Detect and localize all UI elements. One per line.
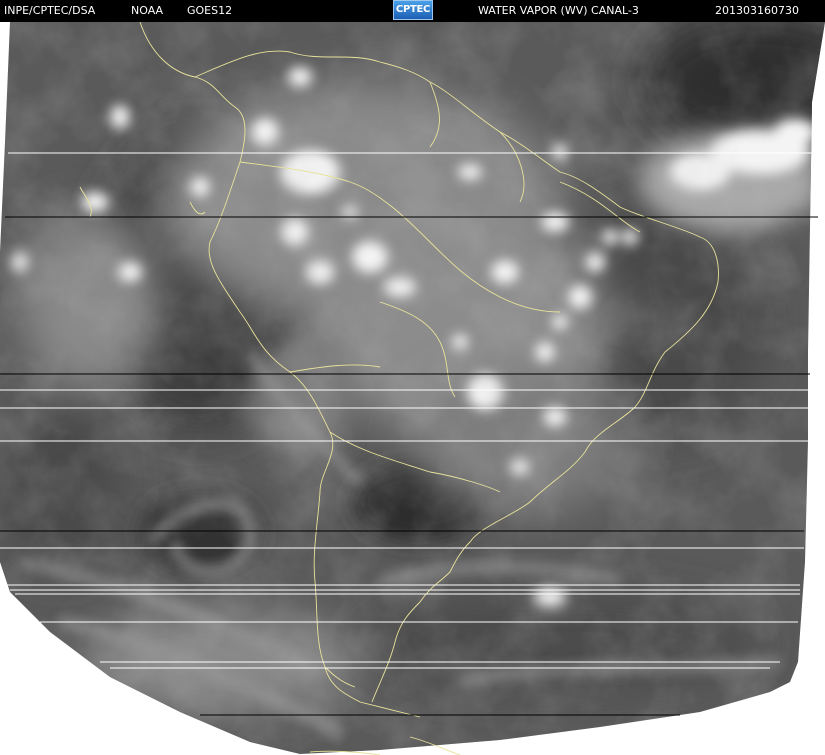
channel-label: WATER VAPOR (WV) CANAL-3 — [478, 4, 639, 17]
cptec-logo-text: CPTEC — [395, 4, 431, 15]
satellite-label: GOES12 — [187, 4, 233, 17]
org-label: INPE/CPTEC/DSA — [4, 4, 96, 17]
cptec-logo: CPTEC — [393, 0, 433, 20]
water-vapor-image — [0, 22, 825, 755]
header-bar: INPE/CPTEC/DSA NOAA GOES12 CPTEC WATER V… — [0, 0, 825, 22]
satellite-imagery-svg — [0, 22, 825, 755]
agency-label: NOAA — [131, 4, 164, 17]
satellite-image-frame: INPE/CPTEC/DSA NOAA GOES12 CPTEC WATER V… — [0, 0, 825, 755]
timestamp-label: 201303160730 — [715, 4, 799, 17]
